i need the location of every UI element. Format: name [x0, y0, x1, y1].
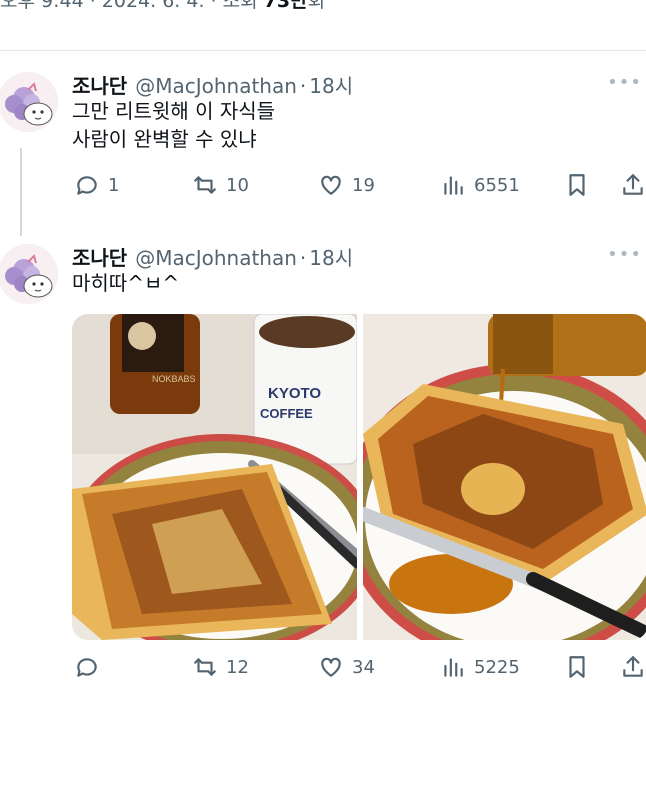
- bookmark-icon: [569, 174, 585, 196]
- bookmark-icon: [569, 656, 585, 678]
- views-button[interactable]: 6551: [440, 172, 520, 198]
- syrup-label: NOKBABS: [152, 374, 196, 384]
- tweet-text: 마히따^ㅂ^: [72, 269, 179, 297]
- more-icon[interactable]: •••: [607, 244, 642, 265]
- like-count: 19: [352, 174, 375, 196]
- display-name[interactable]: 조나단: [72, 242, 127, 271]
- tweet-header: 조나단 @MacJohnathan · 18시: [72, 70, 353, 99]
- reply-icon: [77, 176, 97, 195]
- retweet-icon: [194, 658, 216, 676]
- tweet-text-line: 그만 리트윗해 이 자식들: [72, 99, 276, 123]
- retweet-icon: [194, 176, 216, 194]
- tweet-media[interactable]: NOKBABS KYOTO COFFEE: [72, 314, 646, 640]
- user-handle[interactable]: @MacJohnathan: [135, 246, 297, 270]
- like-button[interactable]: 34: [318, 654, 375, 680]
- views-count: 5225: [474, 656, 520, 678]
- meta-prefix: 오후 9:44 · 2024. 6. 4. · 조회: [0, 0, 264, 12]
- avatar-illustration: [0, 72, 58, 132]
- avatar[interactable]: [0, 244, 58, 304]
- tweet-meta-line: 오후 9:44 · 2024. 6. 4. · 조회 73만회: [0, 0, 325, 13]
- retweet-count: 10: [226, 174, 249, 196]
- like-button[interactable]: 19: [318, 172, 375, 198]
- tweet-text: 그만 리트윗해 이 자식들 사람이 완벽할 수 있냐: [72, 97, 275, 153]
- tweet-actions: 1 10 19 6551: [72, 172, 646, 202]
- separator-dot: ·: [299, 246, 307, 270]
- divider: [0, 50, 646, 51]
- syrup-pour-photo: [363, 314, 646, 640]
- bookmark-button[interactable]: [564, 654, 590, 680]
- user-handle[interactable]: @MacJohnathan: [135, 74, 297, 98]
- share-icon: [623, 656, 643, 677]
- bookmark-button[interactable]: [564, 172, 590, 198]
- thread-connector: [20, 148, 22, 236]
- reply-icon: [77, 658, 97, 677]
- share-icon: [623, 174, 643, 195]
- retweet-button[interactable]: 12: [192, 654, 249, 680]
- avatar-illustration: [0, 244, 58, 304]
- mug-sub: COFFEE: [260, 406, 313, 421]
- reply-button[interactable]: 1: [74, 172, 119, 198]
- like-count: 34: [352, 656, 375, 678]
- photo-left[interactable]: NOKBABS KYOTO COFFEE: [72, 314, 357, 640]
- timestamp[interactable]: 18시: [309, 242, 353, 271]
- views-icon: [444, 658, 463, 677]
- views-button[interactable]: 5225: [440, 654, 520, 680]
- reply-button[interactable]: [74, 654, 108, 680]
- tweet-text-line: 사람이 완벽할 수 있냐: [72, 127, 257, 151]
- mug-brand: KYOTO: [268, 385, 321, 402]
- like-icon: [321, 175, 341, 195]
- meta-suffix: 회: [307, 0, 326, 12]
- avatar[interactable]: [0, 72, 58, 132]
- timestamp[interactable]: 18시: [309, 70, 353, 99]
- meta-views: 73만: [263, 0, 308, 12]
- retweet-button[interactable]: 10: [192, 172, 249, 198]
- separator-dot: ·: [299, 74, 307, 98]
- views-icon: [444, 176, 463, 195]
- reply-count: 1: [108, 174, 120, 196]
- french-toast-photo: NOKBABS KYOTO COFFEE: [72, 314, 357, 640]
- display-name[interactable]: 조나단: [72, 70, 127, 99]
- share-button[interactable]: [620, 654, 646, 680]
- photo-right[interactable]: [363, 314, 646, 640]
- retweet-count: 12: [226, 656, 249, 678]
- tweet-text-line: 마히따^ㅂ^: [72, 271, 180, 295]
- views-count: 6551: [474, 174, 520, 196]
- more-icon[interactable]: •••: [607, 72, 642, 93]
- tweet-header: 조나단 @MacJohnathan · 18시: [72, 242, 353, 271]
- like-icon: [321, 657, 341, 677]
- share-button[interactable]: [620, 172, 646, 198]
- tweet-actions: 12 34 5225: [72, 654, 646, 684]
